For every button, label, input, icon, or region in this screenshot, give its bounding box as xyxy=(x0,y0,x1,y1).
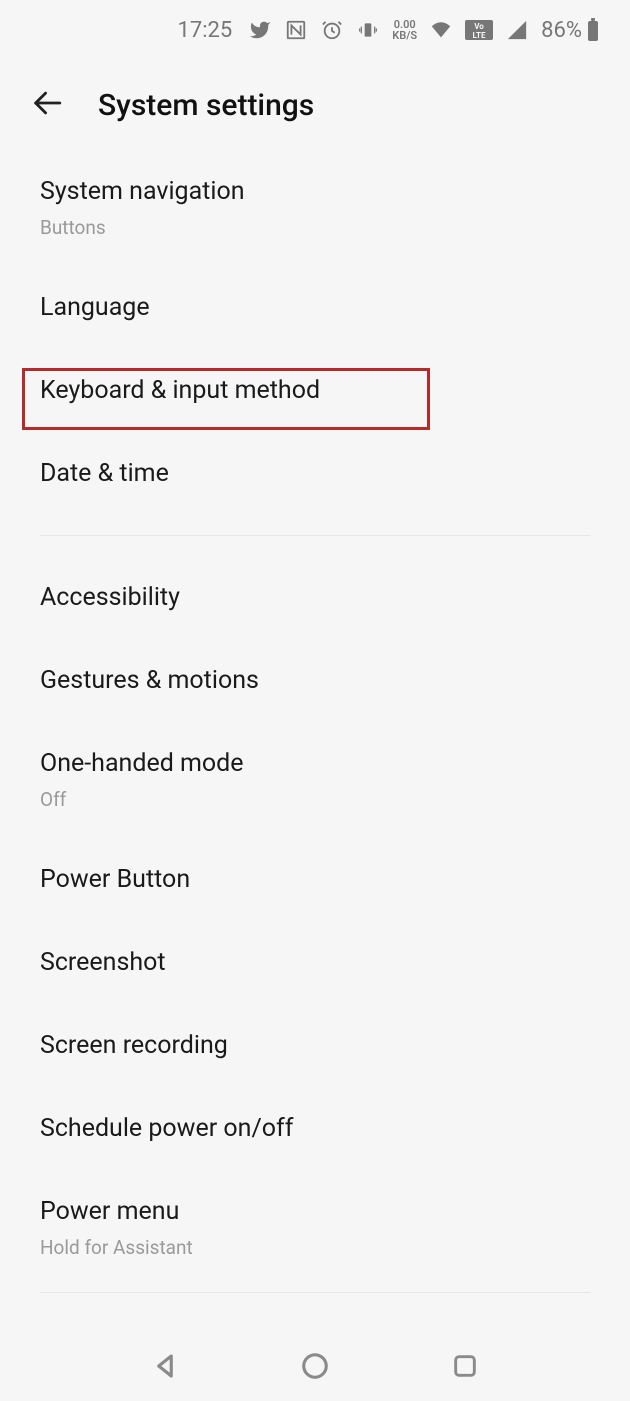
volte-icon: VoLTE xyxy=(465,18,493,42)
item-label: Accessibility xyxy=(40,583,590,612)
settings-list: System navigation Buttons Language Keybo… xyxy=(0,150,630,1293)
arrow-left-icon xyxy=(30,86,64,120)
item-label: Schedule power on/off xyxy=(40,1114,590,1143)
item-accessibility[interactable]: Accessibility xyxy=(0,556,630,639)
data-rate-indicator: 0.00 KB/S xyxy=(392,19,417,41)
item-sublabel: Off xyxy=(40,788,590,811)
triangle-back-icon xyxy=(150,1351,180,1381)
section-divider xyxy=(40,535,590,536)
item-system-navigation[interactable]: System navigation Buttons xyxy=(0,150,630,266)
item-label: Gestures & motions xyxy=(40,666,590,695)
section-divider xyxy=(40,1292,590,1293)
nav-recent-button[interactable] xyxy=(430,1341,500,1391)
item-label: Power Button xyxy=(40,865,590,894)
battery-percent: 86% xyxy=(541,18,582,43)
page-header: System settings xyxy=(0,60,630,150)
item-label: Date & time xyxy=(40,459,590,488)
item-screenshot[interactable]: Screenshot xyxy=(0,921,630,1004)
item-sublabel: Buttons xyxy=(40,216,590,239)
item-language[interactable]: Language xyxy=(0,266,630,349)
item-schedule-power[interactable]: Schedule power on/off xyxy=(0,1087,630,1170)
item-label: System navigation xyxy=(40,177,590,206)
nav-home-button[interactable] xyxy=(280,1341,350,1391)
nfc-icon xyxy=(284,18,308,42)
circle-home-icon xyxy=(300,1351,330,1381)
item-sublabel: Hold for Assistant xyxy=(40,1236,590,1259)
item-one-handed-mode[interactable]: One-handed mode Off xyxy=(0,722,630,838)
page-title: System settings xyxy=(98,88,314,123)
item-label: Screenshot xyxy=(40,948,590,977)
svg-text:Vo: Vo xyxy=(474,22,484,31)
status-bar: 17:25 0.00 KB/S VoLTE 86% xyxy=(0,0,630,60)
item-label: Language xyxy=(40,293,590,322)
battery-indicator: 86% xyxy=(541,18,600,43)
data-rate-unit: KB/S xyxy=(392,30,417,41)
item-date-time[interactable]: Date & time xyxy=(0,432,630,515)
item-label: Screen recording xyxy=(40,1031,590,1060)
signal-icon xyxy=(505,18,529,42)
wifi-icon xyxy=(429,18,453,42)
item-label: One-handed mode xyxy=(40,749,590,778)
item-label: Power menu xyxy=(40,1197,590,1226)
status-time: 17:25 xyxy=(178,18,233,43)
twitter-icon xyxy=(248,18,272,42)
back-button[interactable] xyxy=(30,86,64,124)
item-power-button[interactable]: Power Button xyxy=(0,838,630,921)
item-screen-recording[interactable]: Screen recording xyxy=(0,1004,630,1087)
item-keyboard-input-method[interactable]: Keyboard & input method xyxy=(0,349,630,432)
item-label: Keyboard & input method xyxy=(40,376,590,405)
vibrate-icon xyxy=(356,18,380,42)
nav-back-button[interactable] xyxy=(130,1341,200,1391)
item-power-menu[interactable]: Power menu Hold for Assistant xyxy=(0,1170,630,1286)
item-gestures-motions[interactable]: Gestures & motions xyxy=(0,639,630,722)
svg-text:LTE: LTE xyxy=(473,31,486,40)
nav-bar xyxy=(0,1331,630,1401)
square-recent-icon xyxy=(451,1352,479,1380)
alarm-icon xyxy=(320,18,344,42)
